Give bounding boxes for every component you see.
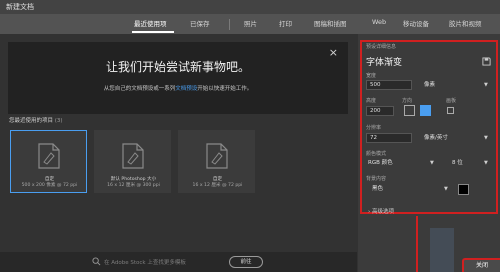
banner-heading: 让我们开始尝试新事物吧。 <box>105 60 250 74</box>
artboard-label: 画板 <box>446 98 457 104</box>
recent-item-size: 16 x 12 厘米 @ 72 ppi <box>192 183 243 188</box>
tab-web[interactable]: Web <box>372 18 386 26</box>
document-icon <box>206 143 228 169</box>
color-mode-select[interactable]: RGB 颜色 <box>368 158 393 168</box>
recent-item-size: 500 x 200 像素 @ 72 ppi <box>21 183 78 188</box>
active-tab-indicator <box>132 31 174 33</box>
artboard-checkbox[interactable] <box>447 107 454 114</box>
window-title: 新建文档 <box>6 3 34 11</box>
height-label: 高度 <box>366 98 377 104</box>
banner-presets-link[interactable]: 文档预设 <box>175 86 197 92</box>
tab-art[interactable]: 图稿和插图 <box>314 18 347 28</box>
tab-print[interactable]: 打印 <box>279 18 292 28</box>
resolution-input[interactable]: 72 <box>366 133 412 143</box>
advanced-options-toggle[interactable]: › 高级选项 <box>368 207 394 215</box>
document-icon <box>122 143 144 169</box>
chevron-right-icon: › <box>368 209 371 215</box>
save-icon[interactable] <box>482 57 491 66</box>
tab-recent[interactable]: 最近使用项 <box>134 18 167 28</box>
width-label: 宽度 <box>366 73 377 79</box>
chevron-down-icon[interactable]: ▼ <box>430 160 434 166</box>
background-select[interactable]: 黑色 <box>372 184 383 194</box>
landscape-icon[interactable] <box>404 105 415 116</box>
tab-divider <box>229 19 230 30</box>
chevron-down-icon[interactable]: ▼ <box>444 186 448 192</box>
close-icon[interactable]: × <box>329 46 338 59</box>
resolution-unit-select[interactable]: 像素/英寸 <box>424 133 448 143</box>
width-unit-select[interactable]: 像素 <box>424 80 435 90</box>
recent-heading: 您最近使用的项目 (3) <box>9 116 63 124</box>
orientation-label: 方向 <box>402 98 413 104</box>
open-button-shadow <box>430 228 454 272</box>
recent-count: (3) <box>54 118 63 124</box>
welcome-banner: 让我们开始尝试新事物吧。 从您自己的文档预设或一系列文档预设开始以快速开始工作。… <box>8 42 348 114</box>
document-icon <box>38 143 60 169</box>
advanced-options-label: 高级选项 <box>371 209 394 215</box>
banner-subtitle-end: 开始以快速开始工作。 <box>197 86 253 92</box>
document-name-field[interactable]: 字体渐变 <box>366 55 402 68</box>
search-icon <box>92 257 101 266</box>
portrait-icon[interactable] <box>420 105 431 116</box>
tab-mobile[interactable]: 移动设备 <box>403 18 429 28</box>
preset-details-panel: 预设详细信息 字体渐变 宽度 500 像素 ▼ 高度 200 方向 画板 分辨率… <box>358 34 500 272</box>
background-label: 背景内容 <box>366 176 387 182</box>
chevron-down-icon[interactable]: ▼ <box>484 82 488 88</box>
stock-search-bar: 在 Adobe Stock 上查找更多模板 前往 <box>0 252 357 272</box>
recent-heading-text: 您最近使用的项目 <box>9 118 54 124</box>
bit-depth-select[interactable]: 8 位 <box>452 158 463 168</box>
recent-item[interactable]: 默认 Photoshop 大小 16 x 12 厘米 @ 300 ppi <box>94 130 171 193</box>
recent-pane: 让我们开始尝试新事物吧。 从您自己的文档预设或一系列文档预设开始以快速开始工作。… <box>0 34 357 272</box>
tab-film[interactable]: 胶片和视频 <box>449 18 482 28</box>
preset-section-label: 预设详细信息 <box>366 44 397 50</box>
tab-photo[interactable]: 照片 <box>244 18 257 28</box>
resolution-label: 分辨率 <box>366 125 382 131</box>
title-bar: 新建文档 <box>0 0 500 14</box>
recent-item[interactable]: 自定 500 x 200 像素 @ 72 ppi <box>10 130 87 193</box>
preset-tabs: 最近使用项 已保存 照片 打印 图稿和插图 Web 移动设备 胶片和视频 <box>0 14 500 34</box>
chevron-down-icon[interactable]: ▼ <box>484 135 488 141</box>
chevron-down-icon[interactable]: ▼ <box>484 160 488 166</box>
width-input[interactable]: 500 <box>366 80 412 90</box>
background-color-swatch[interactable] <box>458 184 469 195</box>
stock-search-input[interactable]: 在 Adobe Stock 上查找更多模板 <box>104 258 186 266</box>
recent-item-size: 16 x 12 厘米 @ 300 ppi <box>107 183 160 188</box>
height-input[interactable]: 200 <box>366 106 394 116</box>
tab-saved[interactable]: 已保存 <box>190 18 210 28</box>
close-button[interactable]: 关闭 <box>462 258 500 272</box>
banner-subtitle-text: 从您自己的文档预设或一系列 <box>103 86 176 92</box>
go-button[interactable]: 前往 <box>229 256 263 268</box>
recent-item[interactable]: 自定 16 x 12 厘米 @ 72 ppi <box>178 130 255 193</box>
banner-subtitle: 从您自己的文档预设或一系列文档预设开始以快速开始工作。 <box>8 84 348 92</box>
highlight-line <box>416 216 418 272</box>
color-mode-label: 颜色模式 <box>366 151 387 157</box>
